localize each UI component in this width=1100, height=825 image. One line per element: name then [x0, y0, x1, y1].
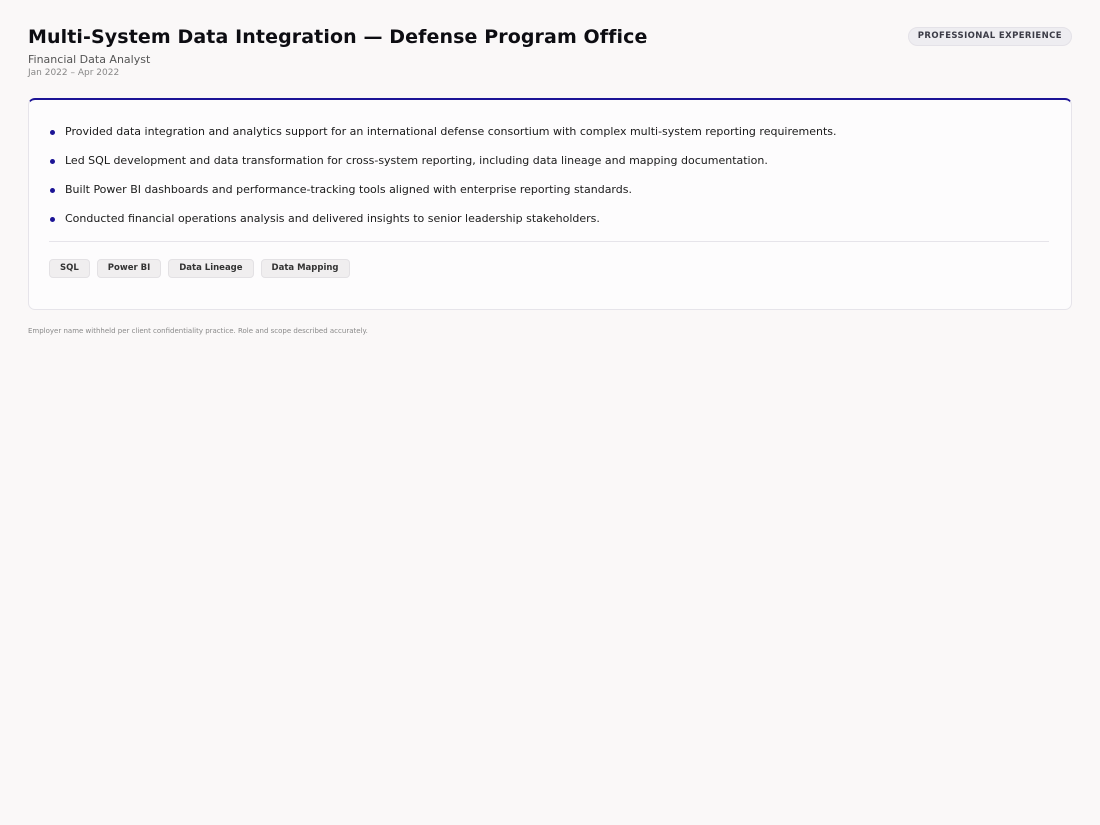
skill-tag-data-lineage: Data Lineage: [168, 259, 254, 278]
skill-tag-data-mapping: Data Mapping: [260, 259, 350, 278]
role-title: Financial Data Analyst: [28, 53, 151, 66]
bullet-dot-icon: [50, 130, 55, 135]
experience-card: Provided data integration and analytics …: [28, 98, 1072, 310]
skill-tag-sql: SQL: [49, 259, 90, 278]
confidentiality-footnote: Employer name withheld per client confid…: [28, 327, 368, 335]
bullet-text: Provided data integration and analytics …: [65, 125, 837, 138]
bullet-dot-icon: [50, 188, 55, 193]
section-badge: PROFESSIONAL EXPERIENCE: [907, 27, 1072, 46]
skill-tag-power-bi: Power BI: [96, 259, 162, 278]
divider: [49, 241, 1049, 242]
skill-tags: SQL Power BI Data Lineage Data Mapping: [49, 259, 1051, 278]
bullet-dot-icon: [50, 217, 55, 222]
bullet-text: Built Power BI dashboards and performanc…: [65, 183, 632, 196]
header: Multi-System Data Integration — Defense …: [28, 26, 1072, 98]
bullet-item: Provided data integration and analytics …: [49, 125, 1051, 139]
bullet-item: Led SQL development and data transformat…: [49, 154, 1051, 168]
date-range: Jan 2022 – Apr 2022: [28, 68, 120, 78]
bullet-dot-icon: [50, 159, 55, 164]
bullet-list: Provided data integration and analytics …: [49, 125, 1051, 226]
bullet-text: Conducted financial operations analysis …: [65, 212, 600, 225]
bullet-item: Built Power BI dashboards and performanc…: [49, 183, 1051, 197]
bullet-item: Conducted financial operations analysis …: [49, 212, 1051, 226]
page: Multi-System Data Integration — Defense …: [0, 0, 1100, 825]
bullet-text: Led SQL development and data transformat…: [65, 154, 768, 167]
